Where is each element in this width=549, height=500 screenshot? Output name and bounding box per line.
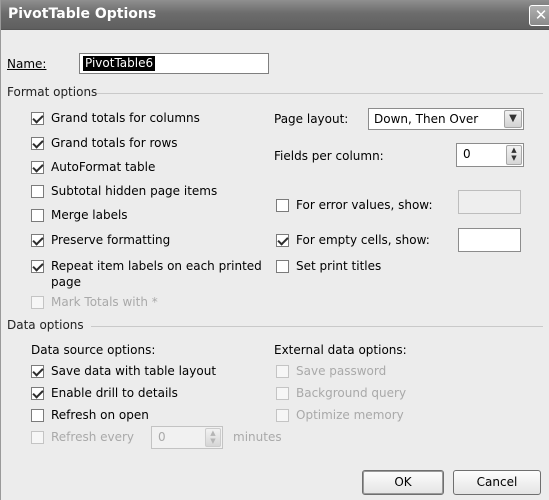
refresh-every-value: 0 xyxy=(158,430,166,444)
data-options-heading: Data options xyxy=(7,318,84,332)
spinner-arrows-icon[interactable]: ▲ ▼ xyxy=(205,428,221,447)
data-options-divider xyxy=(91,326,543,327)
repeat-labels-label-line1: Repeat item labels on each printed xyxy=(51,259,262,273)
spinner-arrows-icon[interactable]: ▲ ▼ xyxy=(506,145,522,165)
save-data-label: Save data with table layout xyxy=(51,364,217,378)
external-data-heading: External data options: xyxy=(274,343,407,357)
merge-labels-checkbox[interactable] xyxy=(31,209,44,222)
format-options-divider xyxy=(97,93,543,94)
fields-per-column-value: 0 xyxy=(463,147,471,161)
grand-totals-rows-label: Grand totals for rows xyxy=(51,136,178,150)
repeat-labels-checkbox[interactable] xyxy=(31,260,44,273)
error-values-input[interactable] xyxy=(458,190,521,214)
save-data-checkbox[interactable] xyxy=(31,365,44,378)
enable-drill-checkbox[interactable] xyxy=(31,387,44,400)
refresh-on-open-checkbox[interactable] xyxy=(31,409,44,422)
refresh-every-checkbox[interactable] xyxy=(31,431,44,444)
preserve-formatting-checkbox[interactable] xyxy=(31,234,44,247)
subtotal-hidden-label: Subtotal hidden page items xyxy=(51,184,218,198)
repeat-labels-label-line2: page xyxy=(51,275,81,289)
print-titles-label: Set print titles xyxy=(296,259,382,273)
name-value: PivotTable6 xyxy=(83,56,156,71)
save-password-label: Save password xyxy=(296,364,387,378)
merge-labels-label: Merge labels xyxy=(51,208,128,222)
title-bar: PivotTable Options ✕ xyxy=(1,0,549,30)
chevron-down-icon[interactable]: ▼ xyxy=(504,110,522,128)
optimize-memory-label: Optimize memory xyxy=(296,408,404,422)
dialog-title: PivotTable Options xyxy=(8,6,157,22)
optimize-memory-checkbox[interactable] xyxy=(276,409,289,422)
background-query-checkbox[interactable] xyxy=(276,387,289,400)
refresh-minutes-label: minutes xyxy=(233,430,282,444)
empty-cells-label: For empty cells, show: xyxy=(296,233,430,247)
refresh-every-label: Refresh every xyxy=(51,430,135,444)
fields-per-column-label: Fields per column: xyxy=(274,149,384,163)
subtotal-hidden-checkbox[interactable] xyxy=(31,185,44,198)
close-icon: ✕ xyxy=(534,6,548,24)
refresh-on-open-label: Refresh on open xyxy=(51,408,149,422)
grand-totals-rows-checkbox[interactable] xyxy=(31,137,44,150)
autoformat-table-label: AutoFormat table xyxy=(51,160,156,174)
grand-totals-columns-label: Grand totals for columns xyxy=(51,111,200,125)
pivottable-options-dialog: PivotTable Options ✕ Name: PivotTable6 F… xyxy=(0,0,549,500)
fields-per-column-spinner[interactable]: 0 ▲ ▼ xyxy=(456,143,524,167)
cancel-button[interactable]: Cancel xyxy=(453,470,541,495)
error-values-checkbox[interactable] xyxy=(276,199,289,212)
refresh-every-spinner[interactable]: 0 ▲ ▼ xyxy=(151,426,223,449)
page-layout-value: Down, Then Over xyxy=(374,112,479,126)
background-query-label: Background query xyxy=(296,386,407,400)
save-password-checkbox[interactable] xyxy=(276,365,289,378)
close-button[interactable]: ✕ xyxy=(529,5,549,26)
grand-totals-columns-checkbox[interactable] xyxy=(31,112,44,125)
print-titles-checkbox[interactable] xyxy=(276,260,289,273)
page-layout-label: Page layout: xyxy=(274,112,349,126)
name-label-text: Name: xyxy=(7,57,47,71)
ok-button[interactable]: OK xyxy=(362,470,444,495)
name-field[interactable]: PivotTable6 xyxy=(79,53,269,74)
preserve-formatting-label: Preserve formatting xyxy=(51,233,171,247)
name-label: Name: xyxy=(7,57,46,71)
mark-totals-label: Mark Totals with * xyxy=(51,295,158,309)
data-source-heading: Data source options: xyxy=(31,343,156,357)
mark-totals-checkbox[interactable] xyxy=(31,296,44,309)
empty-cells-input[interactable] xyxy=(458,228,521,252)
format-options-heading: Format options xyxy=(7,85,98,99)
autoformat-table-checkbox[interactable] xyxy=(31,161,44,174)
empty-cells-checkbox[interactable] xyxy=(276,234,289,247)
page-layout-dropdown[interactable]: Down, Then Over ▼ xyxy=(368,108,524,130)
enable-drill-label: Enable drill to details xyxy=(51,386,178,400)
error-values-label: For error values, show: xyxy=(296,198,433,212)
